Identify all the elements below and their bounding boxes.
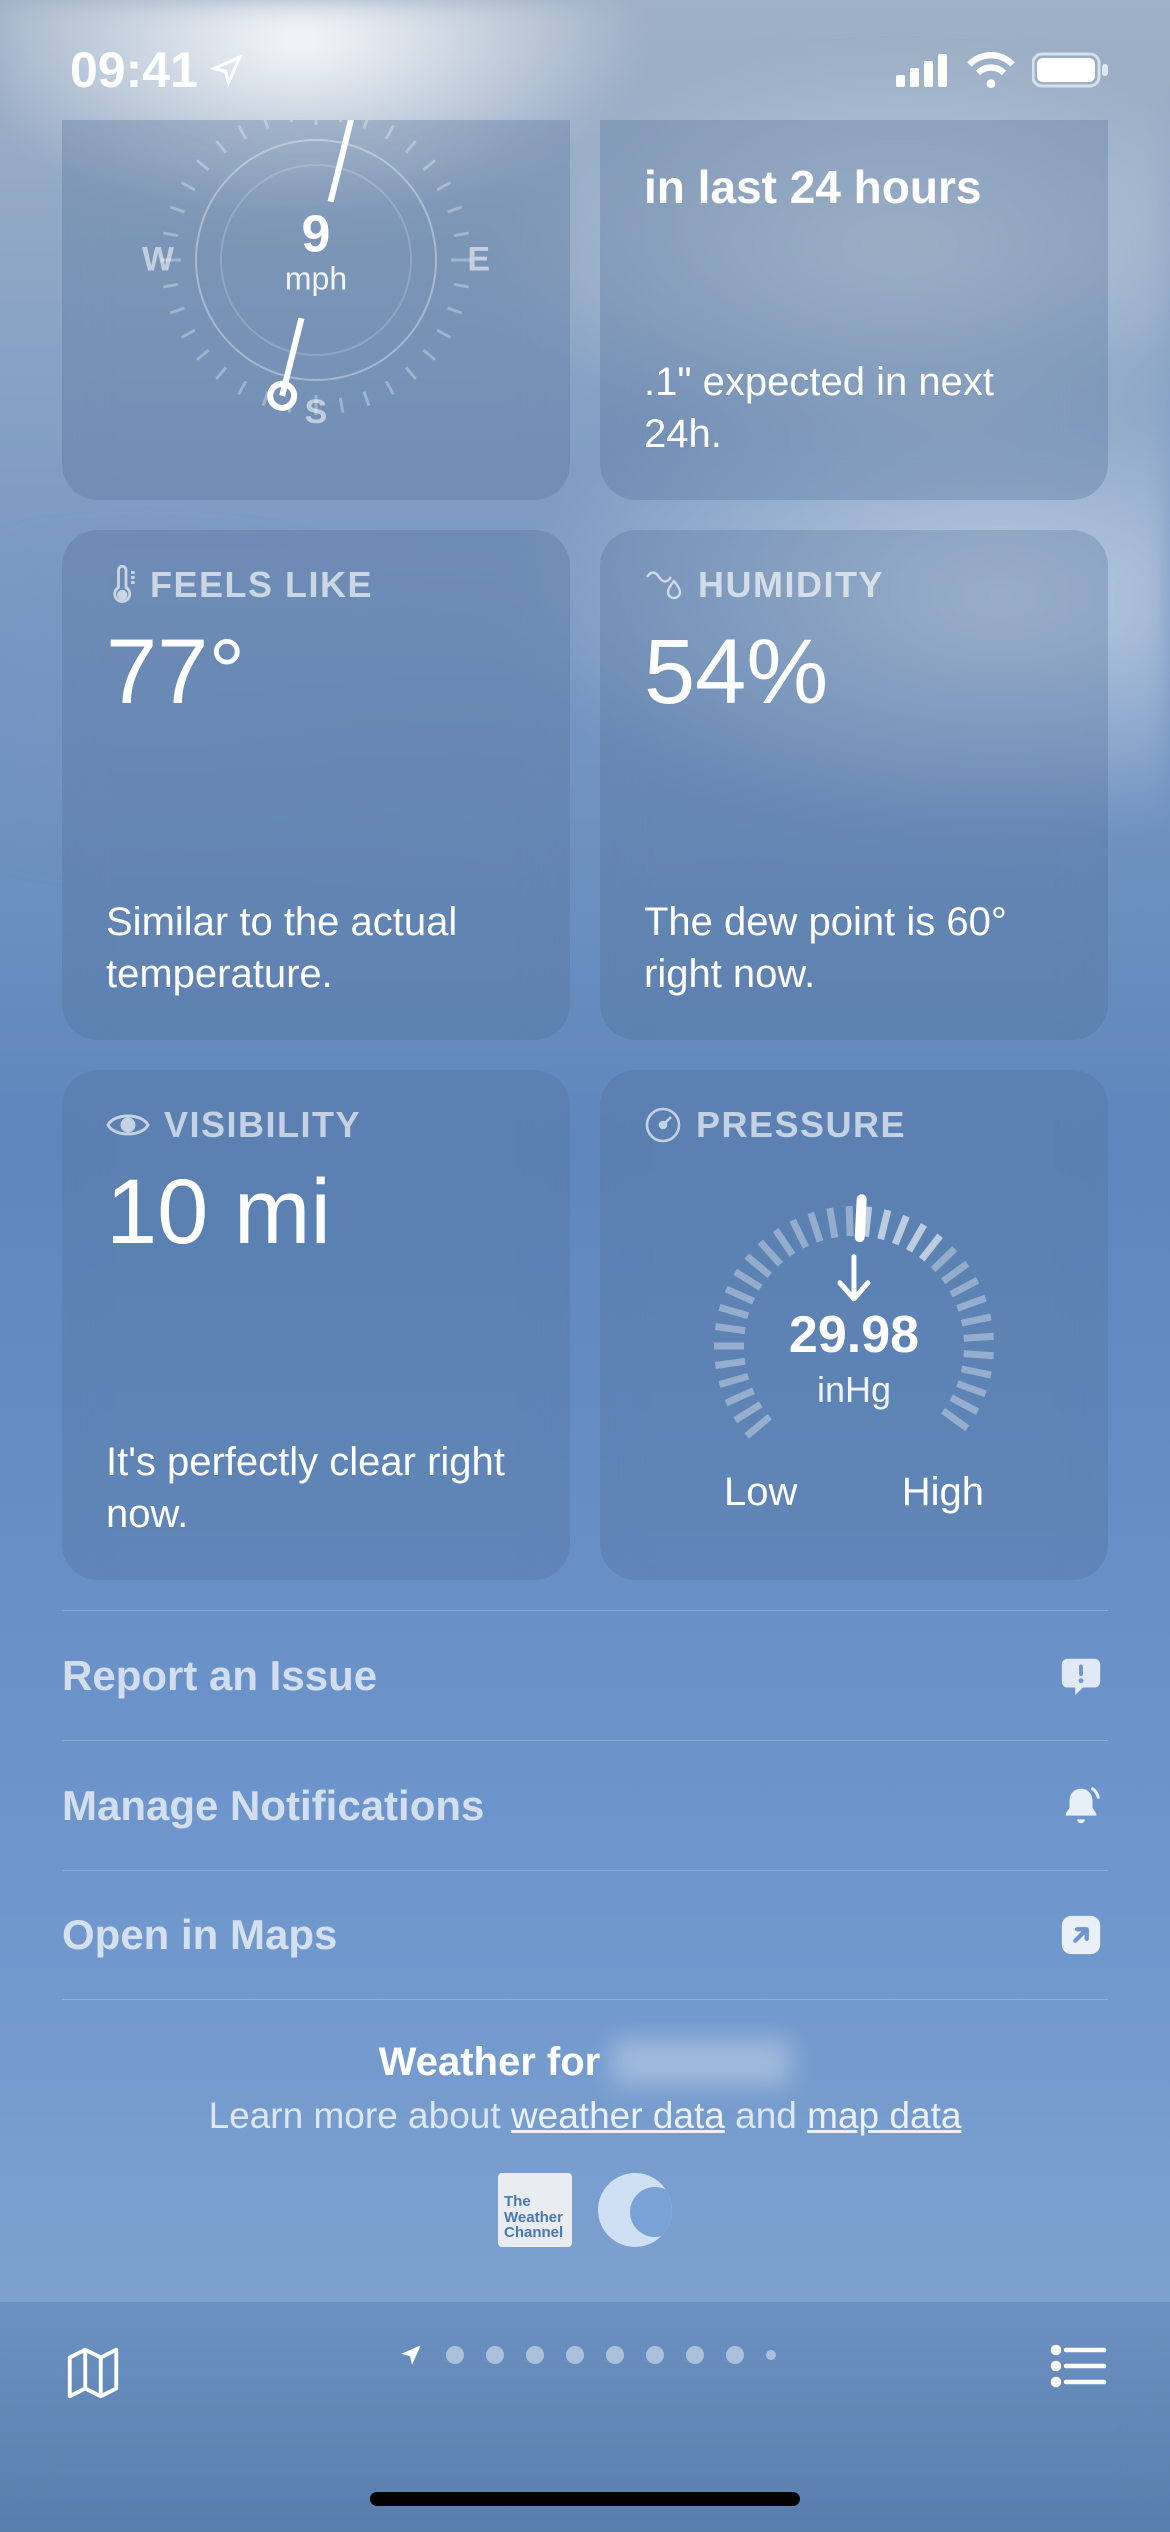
map-icon xyxy=(62,2342,124,2404)
page-dot[interactable] xyxy=(606,2346,624,2364)
open-in-maps-label: Open in Maps xyxy=(62,1911,337,1959)
weather-data-link[interactable]: weather data xyxy=(511,2095,725,2136)
rainfall-headline: in last 24 hours xyxy=(644,160,1064,215)
learn-more-label: Learn more about xyxy=(209,2095,511,2136)
feels-like-desc: Similar to the actual temperature. xyxy=(106,896,526,1000)
page-dot[interactable] xyxy=(726,2346,744,2364)
compass-dir-s: S xyxy=(305,393,328,432)
manage-notifications-label: Manage Notifications xyxy=(62,1782,484,1830)
location-arrow-icon xyxy=(398,2342,424,2368)
map-data-link[interactable]: map data xyxy=(807,2095,961,2136)
list-icon xyxy=(1050,2342,1108,2390)
page-dot[interactable] xyxy=(646,2346,664,2364)
pressure-title: PRESSURE xyxy=(696,1104,906,1146)
rainfall-card[interactable]: in last 24 hours .1" expected in next 24… xyxy=(600,120,1108,500)
thermometer-icon xyxy=(106,565,136,605)
page-dot[interactable] xyxy=(486,2346,504,2364)
humidity-card[interactable]: HUMIDITY 54% The dew point is 60° right … xyxy=(600,530,1108,1040)
report-icon xyxy=(1054,1649,1108,1703)
open-external-icon xyxy=(1054,1908,1108,1962)
page-dot[interactable] xyxy=(526,2346,544,2364)
gauge-icon xyxy=(644,1106,682,1144)
wind-speed: 9 xyxy=(285,208,347,260)
humidity-desc: The dew point is 60° right now. xyxy=(644,896,1064,1000)
report-issue-row[interactable]: Report an Issue xyxy=(62,1610,1108,1740)
redacted-location xyxy=(611,2038,791,2086)
location-arrow-icon xyxy=(210,53,244,87)
and-label: and xyxy=(735,2095,807,2136)
humidity-value: 54% xyxy=(644,626,1064,718)
humidity-icon xyxy=(644,567,684,603)
page-dot[interactable] xyxy=(766,2350,776,2360)
compass-dir-w: W xyxy=(142,241,174,280)
humidity-title: HUMIDITY xyxy=(698,564,884,606)
manage-notifications-row[interactable]: Manage Notifications xyxy=(62,1740,1108,1870)
pressure-card[interactable]: PRESSURE xyxy=(600,1070,1108,1580)
page-dot[interactable] xyxy=(686,2346,704,2364)
feels-like-title: FEELS LIKE xyxy=(150,564,373,606)
wind-card[interactable]: /*noop*/ xyxy=(62,120,570,500)
weather-channel-logo[interactable]: The Weather Channel xyxy=(498,2173,572,2247)
status-time: 09:41 xyxy=(70,41,198,99)
page-dot[interactable] xyxy=(566,2346,584,2364)
feels-like-card[interactable]: FEELS LIKE 77° Similar to the actual tem… xyxy=(62,530,570,1040)
map-button[interactable] xyxy=(62,2342,124,2409)
action-list: Report an Issue Manage Notifications Ope… xyxy=(62,1610,1108,2000)
footer: Weather for Learn more about weather dat… xyxy=(62,2000,1108,2307)
visibility-title: VISIBILITY xyxy=(164,1104,361,1146)
visibility-value: 10 mi xyxy=(106,1166,526,1258)
pressure-unit: inHg xyxy=(789,1369,919,1411)
provider-logo[interactable] xyxy=(598,2173,672,2247)
visibility-card[interactable]: VISIBILITY 10 mi It's perfectly clear ri… xyxy=(62,1070,570,1580)
compass-dir-e: E xyxy=(467,241,490,280)
feels-like-value: 77° xyxy=(106,626,526,718)
wind-unit: mph xyxy=(285,260,347,297)
rainfall-forecast: .1" expected in next 24h. xyxy=(644,356,1064,460)
page-dots[interactable] xyxy=(398,2342,776,2368)
bell-icon xyxy=(1054,1779,1108,1833)
open-in-maps-row[interactable]: Open in Maps xyxy=(62,1870,1108,2000)
locations-list-button[interactable] xyxy=(1050,2342,1108,2395)
report-issue-label: Report an Issue xyxy=(62,1652,377,1700)
cellular-icon xyxy=(896,53,950,87)
weather-for-label: Weather for xyxy=(379,2040,612,2084)
home-indicator xyxy=(370,2492,800,2506)
wind-compass: /*noop*/ xyxy=(146,120,486,430)
wifi-icon xyxy=(966,52,1016,88)
bottom-tab-bar xyxy=(0,2302,1170,2532)
eye-icon xyxy=(106,1109,150,1141)
visibility-desc: It's perfectly clear right now. xyxy=(106,1436,526,1540)
arrow-down-icon xyxy=(789,1253,919,1305)
pressure-gauge: 29.98 inHg xyxy=(674,1166,1034,1466)
page-dot[interactable] xyxy=(446,2346,464,2364)
battery-icon xyxy=(1032,52,1110,88)
status-bar: 09:41 xyxy=(0,0,1170,120)
pressure-value: 29.98 xyxy=(789,1305,919,1365)
